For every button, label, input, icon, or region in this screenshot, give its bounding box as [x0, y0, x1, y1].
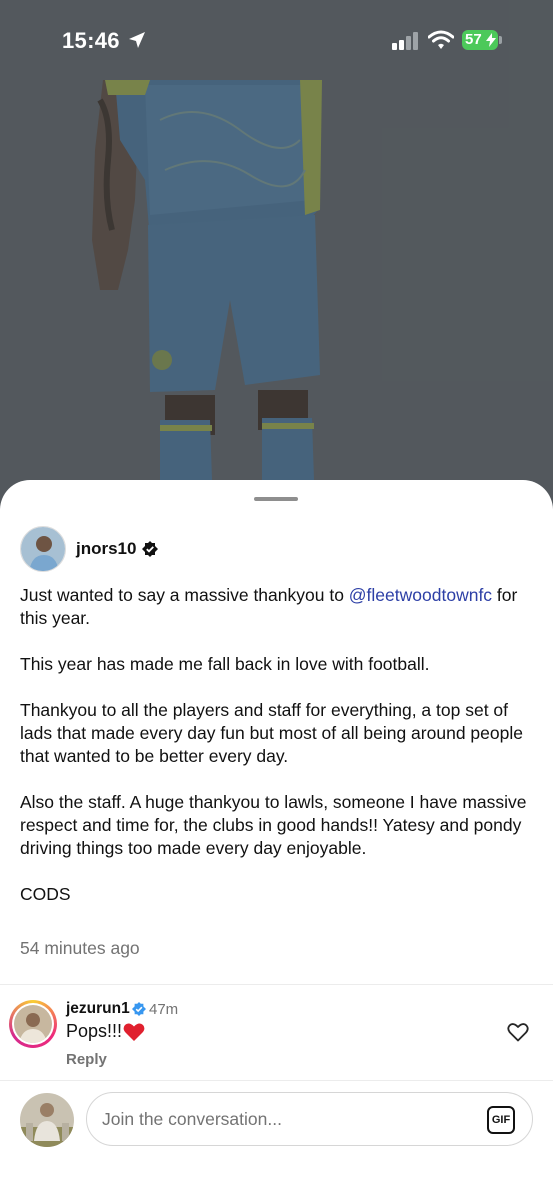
- battery-indicator: 57: [462, 30, 502, 50]
- location-arrow-icon: [129, 32, 145, 48]
- comment-time: 47m: [149, 1001, 179, 1018]
- current-user-avatar: [20, 1093, 74, 1147]
- caption-paragraph: Thankyou to all the players and staff fo…: [20, 700, 523, 766]
- comment-text: Pops!!!: [66, 1021, 123, 1041]
- commenter-avatar[interactable]: [9, 1000, 57, 1048]
- post-author[interactable]: jnors10: [20, 525, 159, 573]
- comment-item: jezurun1 47m Pops!!! Reply: [0, 998, 553, 1078]
- author-avatar[interactable]: [20, 526, 66, 572]
- divider: [0, 1080, 553, 1081]
- signal-bars-icon: [392, 32, 418, 50]
- post-caption: Just wanted to say a massive thankyou to…: [20, 584, 540, 929]
- caption-paragraph: This year has made me fall back in love …: [20, 654, 430, 674]
- author-username[interactable]: jnors10: [76, 539, 136, 559]
- post-timestamp: 54 minutes ago: [20, 938, 140, 958]
- comment-composer: GIF: [0, 1090, 553, 1150]
- verified-badge-icon: [142, 541, 159, 557]
- caption-paragraph: Just wanted to say a massive thankyou to…: [20, 585, 518, 628]
- red-heart-emoji-icon: [123, 1023, 145, 1041]
- caption-paragraph: CODS: [20, 884, 71, 904]
- battery-level: 57: [465, 31, 482, 48]
- comment-input[interactable]: [86, 1092, 533, 1146]
- comments-sheet: jnors10 Just wanted to say a massive tha…: [0, 480, 553, 1200]
- sheet-grabber[interactable]: [254, 497, 298, 501]
- gif-button[interactable]: GIF: [487, 1106, 515, 1134]
- heart-outline-icon[interactable]: [507, 1022, 529, 1042]
- wifi-icon: [428, 30, 454, 49]
- divider: [0, 984, 553, 985]
- reply-button[interactable]: Reply: [66, 1051, 107, 1068]
- status-time: 15:46: [62, 28, 120, 53]
- commenter-username[interactable]: jezurun1: [66, 1000, 130, 1018]
- verified-badge-icon: [132, 1002, 146, 1016]
- caption-paragraph: Also the staff. A huge thankyou to lawls…: [20, 792, 527, 858]
- mention-link[interactable]: @fleetwoodtownfc: [349, 585, 492, 605]
- battery-charging-icon: [486, 33, 496, 47]
- status-bar: 15:46 57: [0, 0, 553, 80]
